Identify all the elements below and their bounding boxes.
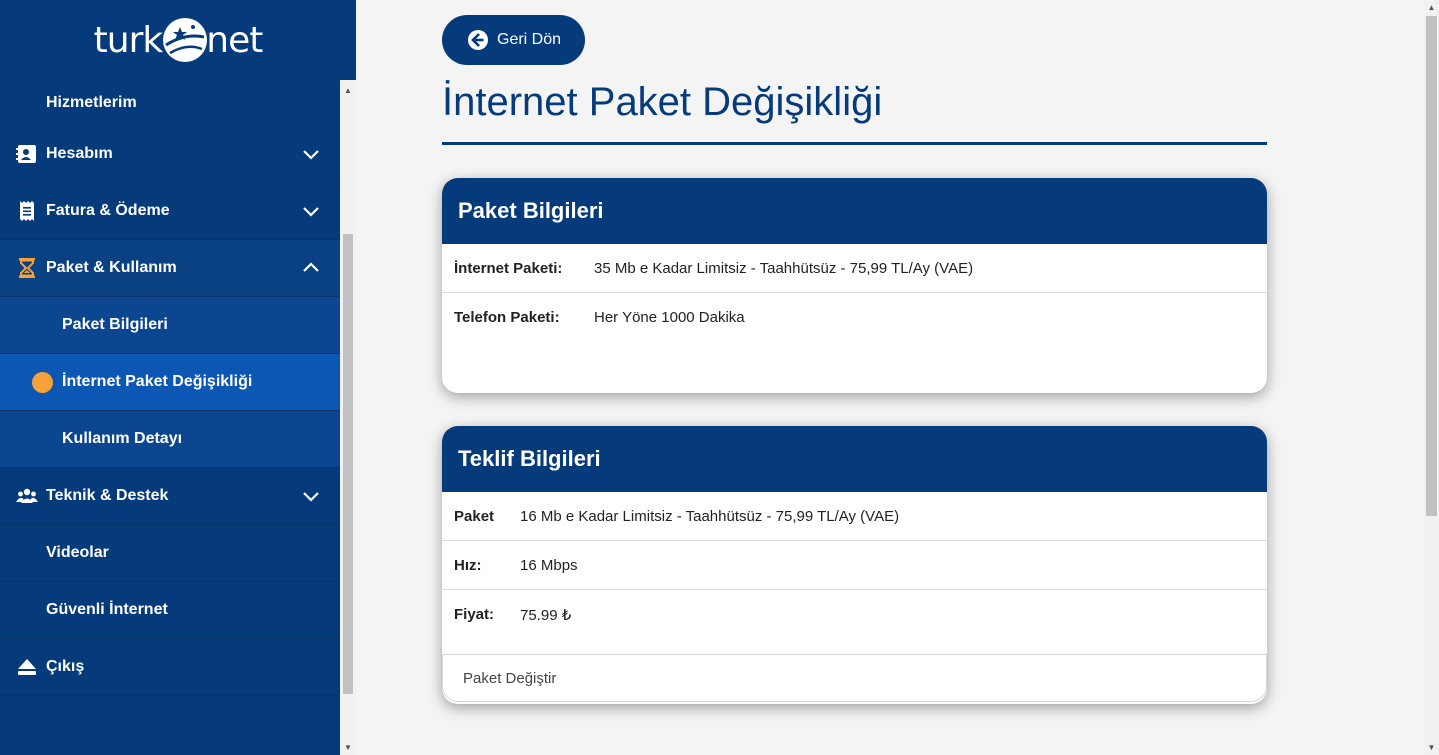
info-key: Hız: — [454, 556, 482, 574]
sidebar-item-cikis[interactable]: Çıkış — [0, 639, 340, 696]
info-value: Her Yöne 1000 Dakika — [594, 309, 745, 326]
info-row: Paket 16 Mb e Kadar Limitsiz - Taahhütsü… — [442, 492, 1267, 541]
sidebar-item-hizmetlerim[interactable]: Hizmetlerim — [0, 80, 340, 126]
sidebar-item-label: İnternet Paket Değişikliği — [62, 373, 253, 390]
id-card-icon — [16, 145, 36, 163]
sidebar-item-teknik-destek[interactable]: Teknik & Destek — [0, 468, 340, 525]
sidebar-nav: Hizmetlerim Hesabım Fatura & Ödeme Paket… — [0, 80, 340, 755]
scroll-down-arrow-icon[interactable]: ▼ — [1424, 740, 1439, 755]
receipt-icon — [20, 201, 34, 221]
sidebar-subitem-kullanim-detayi[interactable]: Kullanım Detayı — [0, 411, 340, 468]
info-key: Fiyat: — [454, 606, 495, 623]
hourglass-icon — [19, 258, 35, 278]
info-value: 35 Mb e Kadar Limitsiz - Taahhütsüz - 75… — [594, 259, 974, 277]
page-scrollbar-thumb[interactable] — [1426, 16, 1437, 516]
sidebar-scrollbar-thumb[interactable] — [343, 234, 353, 694]
scroll-up-arrow-icon[interactable]: ▲ — [340, 82, 356, 98]
people-icon — [16, 488, 38, 503]
info-row: Telefon Paketi: Her Yöne 1000 Dakika — [442, 293, 1267, 342]
info-row: Hız: 16 Mbps — [442, 541, 1267, 590]
info-key: Paket — [454, 507, 495, 525]
chevron-down-icon — [303, 150, 319, 160]
title-divider — [442, 142, 1267, 145]
sidebar-item-label: Paket Bilgileri — [62, 316, 168, 333]
sidebar-item-guvenli-internet[interactable]: Güvenli İnternet — [0, 582, 340, 639]
brand-logo[interactable]: turk net — [0, 0, 356, 80]
back-button[interactable]: Geri Dön — [442, 15, 585, 65]
globe-logo-icon — [163, 18, 208, 62]
sidebar-item-label: Teknik & Destek — [46, 487, 169, 504]
sidebar: turk net Hizmetlerim Hesabım Fatura & Öd… — [0, 0, 356, 755]
change-package-button[interactable]: Paket Değiştir — [442, 654, 1267, 702]
info-value: 16 Mbps — [520, 556, 578, 574]
brand-left: turk — [93, 19, 164, 61]
sidebar-item-label: Hizmetlerim — [46, 94, 137, 111]
sidebar-item-label: Çıkış — [46, 658, 85, 675]
sidebar-subitem-internet-paket-degisikligi[interactable]: İnternet Paket Değişikliği — [0, 354, 340, 411]
info-key: Telefon Paketi: — [454, 309, 560, 326]
card-title: Paket Bilgileri — [442, 178, 1267, 244]
sidebar-item-label: Paket & Kullanım — [46, 259, 177, 276]
offer-info-card: Teklif Bilgileri Paket 16 Mb e Kadar Lim… — [442, 426, 1267, 704]
info-row: Fiyat: 75.99 ₺ — [442, 590, 1267, 639]
sidebar-item-label: Fatura & Ödeme — [46, 202, 170, 219]
info-key: İnternet Paketi: — [454, 259, 563, 277]
scroll-down-arrow-icon[interactable]: ▼ — [340, 739, 356, 755]
sidebar-item-paket-kullanim[interactable]: Paket & Kullanım — [0, 240, 340, 297]
sidebar-subitem-paket-bilgileri[interactable]: Paket Bilgileri — [0, 297, 340, 354]
chevron-up-icon — [303, 262, 319, 272]
brand-right: net — [206, 19, 263, 61]
eject-icon — [18, 659, 36, 675]
info-row: İnternet Paketi: 35 Mb e Kadar Limitsiz … — [442, 244, 1267, 293]
scroll-up-arrow-icon[interactable]: ▲ — [1424, 0, 1439, 15]
arrow-left-circle-icon — [468, 30, 488, 50]
chevron-down-icon — [303, 492, 319, 502]
sidebar-item-videolar[interactable]: Videolar — [0, 525, 340, 582]
chevron-down-icon — [303, 207, 319, 217]
page-title: İnternet Paket Değişikliği — [442, 80, 883, 124]
sidebar-item-label: Kullanım Detayı — [62, 430, 183, 447]
card-title: Teklif Bilgileri — [442, 426, 1267, 492]
sidebar-item-hesabim[interactable]: Hesabım — [0, 126, 340, 183]
info-value: 16 Mb e Kadar Limitsiz - Taahhütsüz - 75… — [520, 507, 900, 525]
package-info-card: Paket Bilgileri İnternet Paketi: 35 Mb e… — [442, 178, 1267, 393]
active-indicator-dot — [32, 371, 53, 393]
sidebar-item-label: Hesabım — [46, 145, 113, 162]
sidebar-item-label: Güvenli İnternet — [46, 601, 168, 618]
sidebar-item-fatura-odeme[interactable]: Fatura & Ödeme — [0, 183, 340, 240]
sidebar-item-label: Videolar — [46, 544, 109, 561]
info-value: 75.99 ₺ — [520, 606, 572, 624]
back-button-label: Geri Dön — [497, 31, 562, 48]
